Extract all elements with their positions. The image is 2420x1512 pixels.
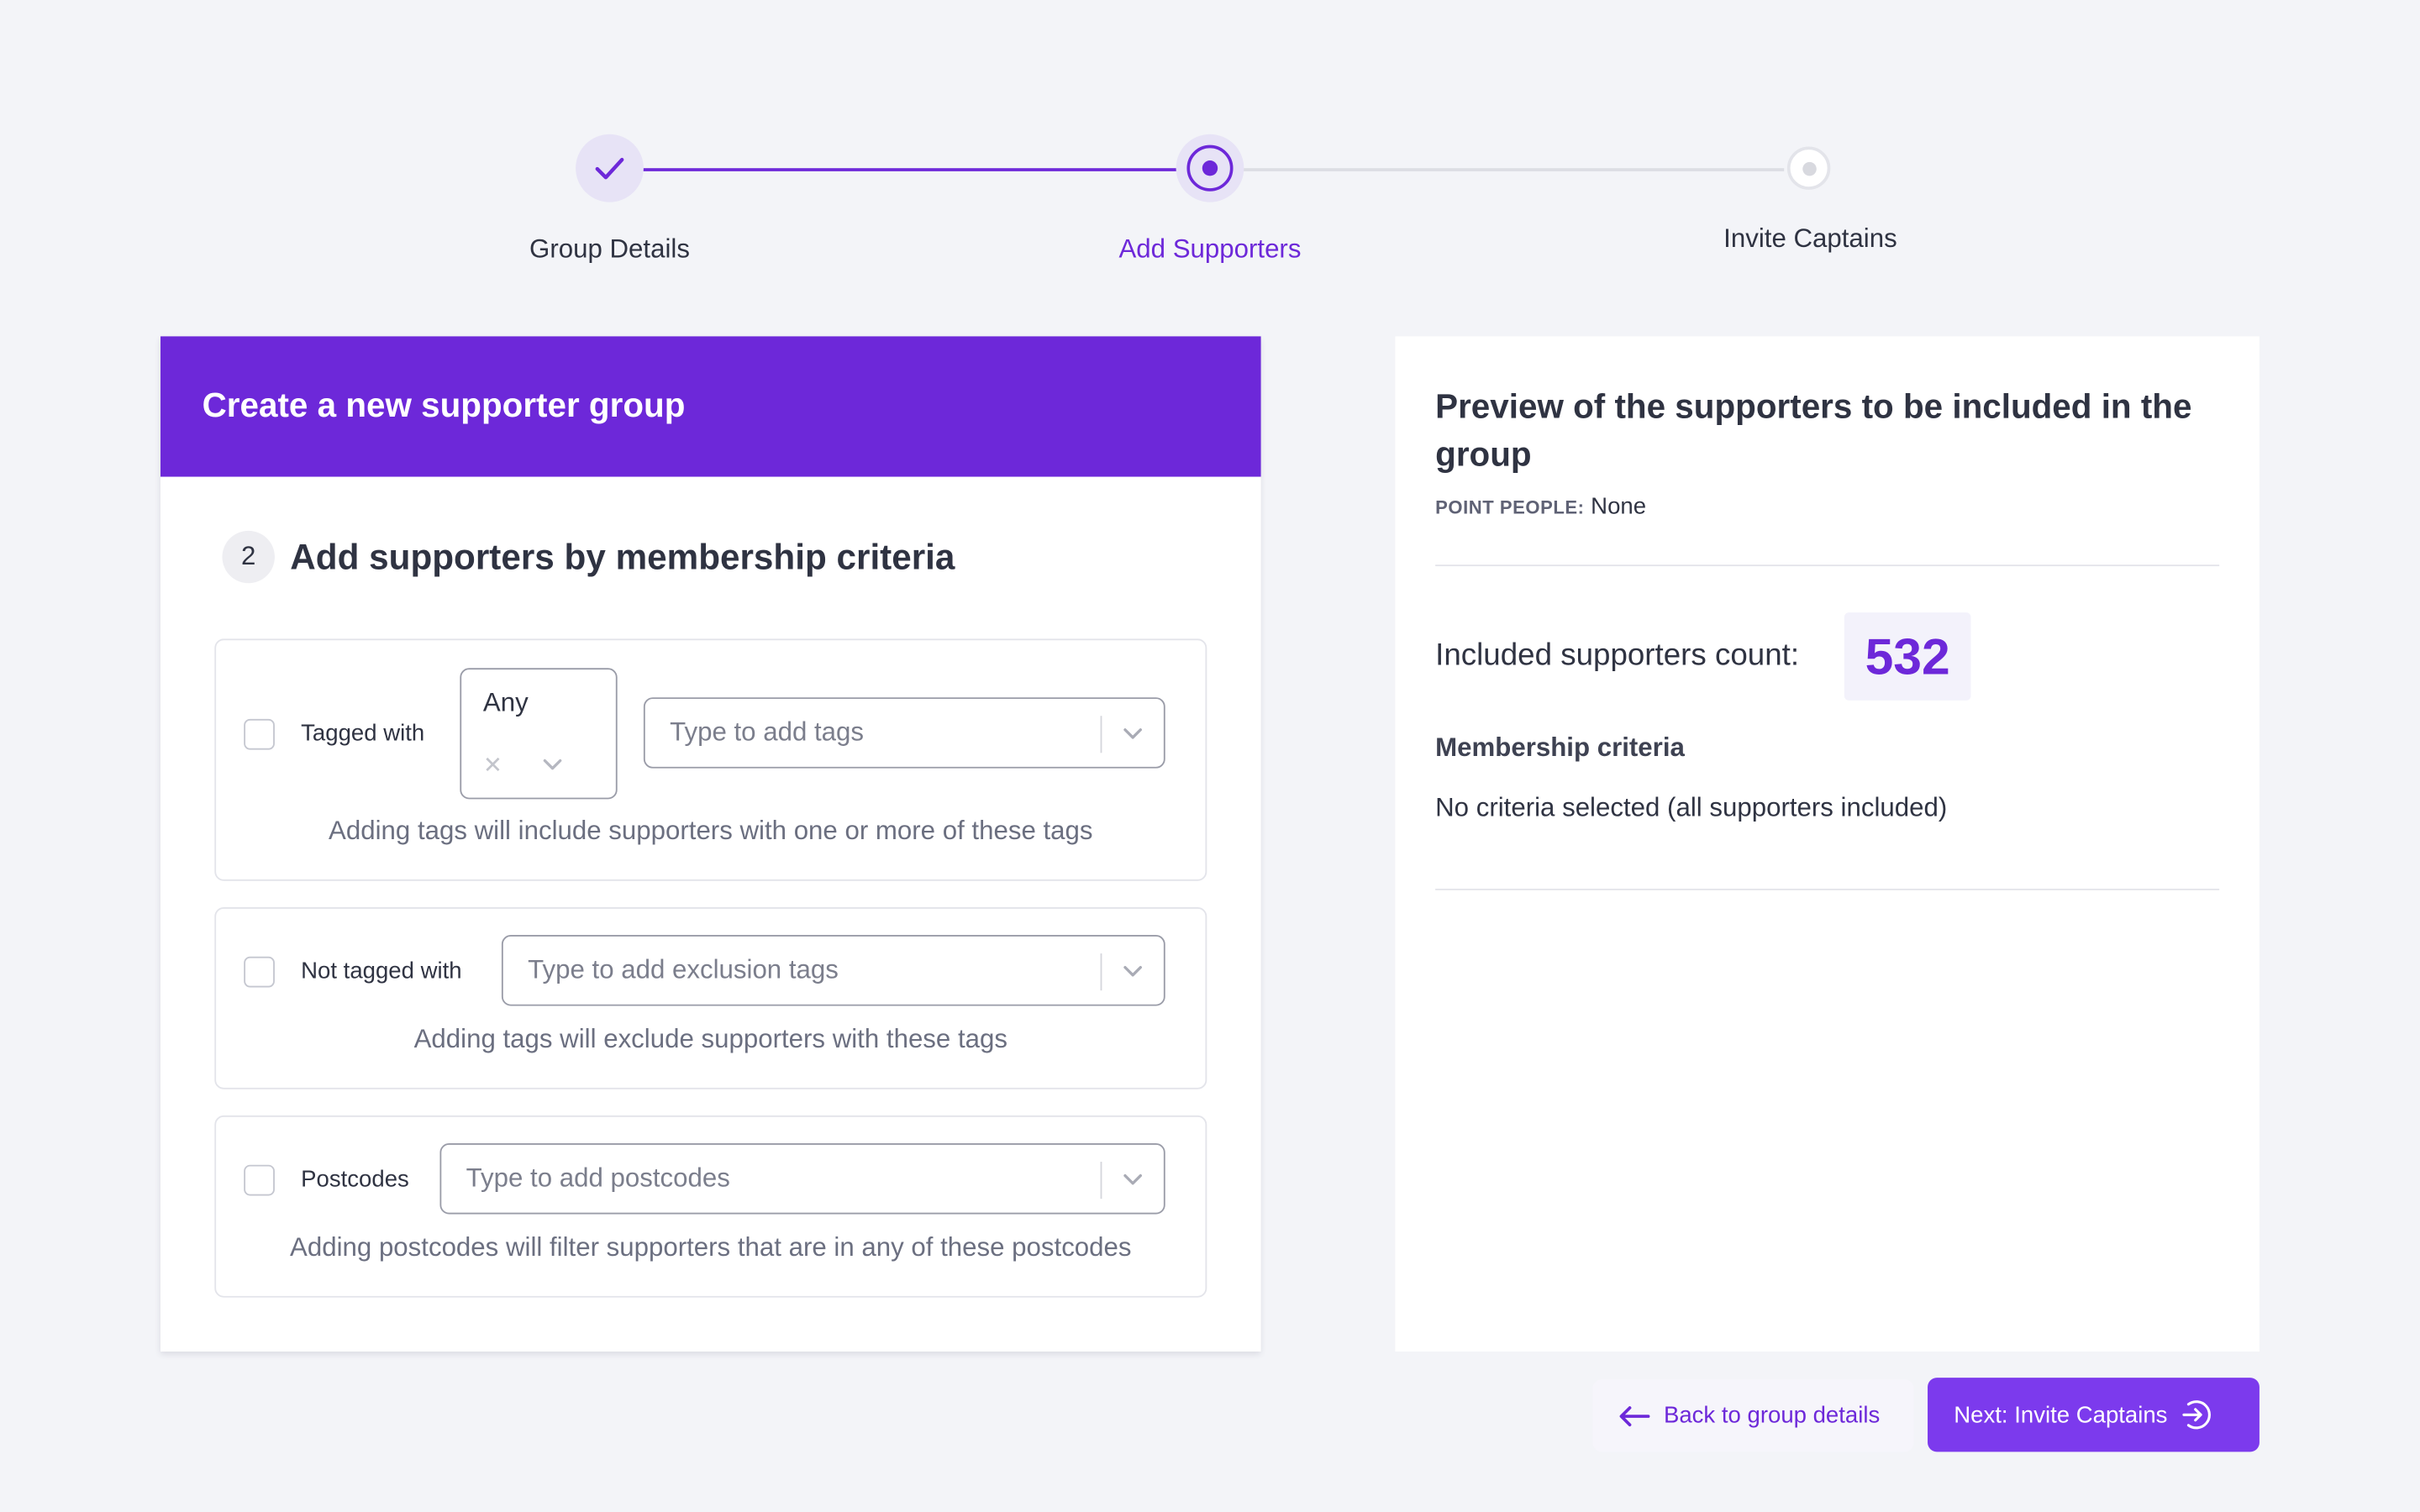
back-to-group-details-button[interactable]: Back to group details <box>1592 1379 1914 1452</box>
tagged-with-checkbox[interactable] <box>244 718 275 750</box>
stepper-line-completed <box>642 168 1180 171</box>
next-button-label: Next: Invite Captains <box>1954 1401 2168 1428</box>
stage: Group Details Add Supporters Invite Capt… <box>0 0 2420 1512</box>
tags-placeholder: Type to add tags <box>670 717 865 747</box>
membership-criteria-text: No criteria selected (all supporters inc… <box>1435 793 1948 822</box>
check-icon <box>595 157 624 180</box>
postcodes-select[interactable]: Type to add postcodes <box>439 1142 1165 1215</box>
supporters-count-label: Included supporters count: <box>1435 638 1800 673</box>
tag-match-value: Any <box>482 688 529 718</box>
supporters-count-value: 532 <box>1844 612 1971 701</box>
step-2-indicator[interactable] <box>1176 134 1244 202</box>
form-card-header: Create a new supporter group <box>160 336 1261 477</box>
step-label-add-supporters[interactable]: Add Supporters <box>1118 234 1301 265</box>
membership-criteria-title: Membership criteria <box>1435 732 1685 763</box>
select-separator <box>1100 1162 1102 1200</box>
criteria-tagged-with: Tagged with Any ✕ Type to add tags Addin… <box>214 638 1207 881</box>
point-people: POINT PEOPLE: None <box>1435 494 1646 520</box>
section-heading: 2 Add supporters by membership criteria <box>222 530 955 584</box>
divider <box>1435 564 2220 567</box>
point-people-label: POINT PEOPLE: <box>1435 496 1585 519</box>
postcodes-checkbox[interactable] <box>244 1164 275 1196</box>
postcodes-hint: Adding postcodes will filter supporters … <box>290 1232 1132 1263</box>
step-3-indicator[interactable] <box>1786 146 1831 190</box>
supporter-group-form-card: Create a new supporter group 2 Add suppo… <box>160 336 1261 1352</box>
step-label-group-details[interactable]: Group Details <box>529 234 690 265</box>
stepper-line-upcoming <box>1240 168 1785 171</box>
tags-select[interactable]: Type to add tags <box>643 697 1165 769</box>
point-people-value: None <box>1591 493 1647 520</box>
back-button-label: Back to group details <box>1663 1402 1881 1429</box>
next-invite-captains-button[interactable]: Next: Invite Captains <box>1928 1378 2260 1452</box>
section-number-badge: 2 <box>222 530 275 584</box>
postcodes-label: Postcodes <box>301 1166 409 1193</box>
upcoming-step-dot <box>1802 160 1816 176</box>
step-label-invite-captains[interactable]: Invite Captains <box>1723 223 1897 255</box>
chevron-down-icon[interactable] <box>542 756 564 771</box>
preview-title: Preview of the supporters to be included… <box>1435 387 2192 474</box>
not-tagged-with-hint: Adding tags will exclude supporters with… <box>413 1024 1007 1054</box>
exclusion-tags-placeholder: Type to add exclusion tags <box>528 954 839 984</box>
close-icon[interactable]: ✕ <box>483 751 502 779</box>
select-separator <box>1100 716 1102 753</box>
chevron-down-icon[interactable] <box>1120 1169 1144 1188</box>
preview-card: Preview of the supporters to be included… <box>1395 336 2260 1352</box>
step-1-indicator[interactable] <box>576 134 644 202</box>
tagged-with-label: Tagged with <box>301 720 425 747</box>
chevron-down-icon[interactable] <box>1120 961 1144 979</box>
criteria-not-tagged-with: Not tagged with Type to add exclusion ta… <box>214 906 1207 1089</box>
current-step-dot <box>1202 160 1218 176</box>
criteria-postcodes: Postcodes Type to add postcodes Adding p… <box>214 1115 1207 1298</box>
tag-match-select[interactable]: Any ✕ <box>460 668 618 800</box>
exclusion-tags-select[interactable]: Type to add exclusion tags <box>501 935 1165 1006</box>
current-step-ring <box>1186 144 1234 192</box>
section-title: Add supporters by membership criteria <box>290 536 955 577</box>
arrow-right-circle-icon <box>2183 1400 2212 1430</box>
arrow-left-icon <box>1619 1405 1650 1426</box>
select-separator <box>1100 953 1102 991</box>
tagged-with-hint: Adding tags will include supporters with… <box>329 816 1093 846</box>
progress-stepper: Group Details Add Supporters Invite Capt… <box>0 0 2420 308</box>
chevron-down-icon[interactable] <box>1120 723 1144 742</box>
not-tagged-with-label: Not tagged with <box>301 958 462 984</box>
postcodes-placeholder: Type to add postcodes <box>466 1163 730 1193</box>
divider <box>1435 888 2220 890</box>
not-tagged-with-checkbox[interactable] <box>244 956 275 988</box>
